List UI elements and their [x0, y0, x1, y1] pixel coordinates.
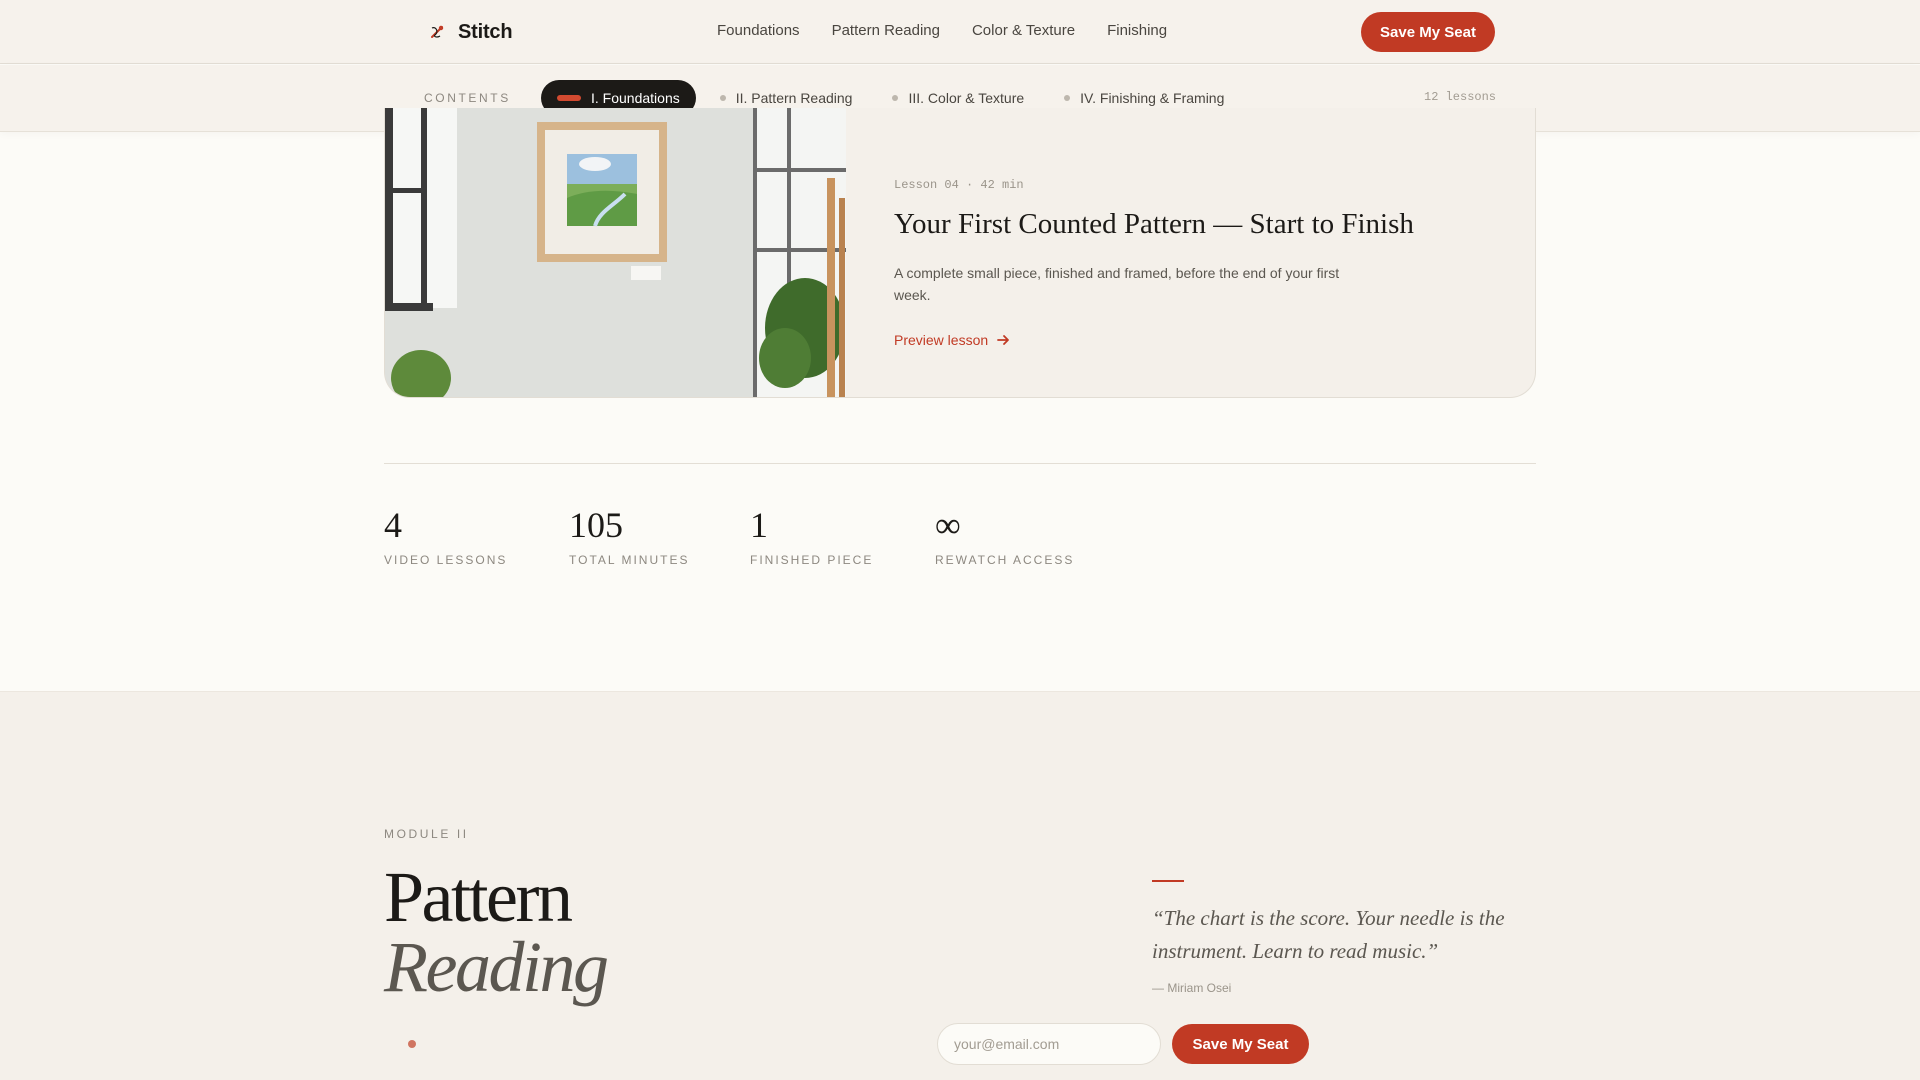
stat-label: VIDEO LESSONS — [384, 553, 508, 567]
lesson-image — [385, 108, 846, 397]
save-seat-button[interactable]: Save My Seat — [1361, 12, 1495, 52]
tab-label: III. Color & Texture — [908, 90, 1025, 106]
stat-finished-piece: 1 FINISHED PIECE — [750, 505, 873, 567]
main-nav: Foundations Pattern Reading Color & Text… — [717, 22, 1167, 39]
save-seat-button-module[interactable]: Save My Seat — [1172, 1024, 1309, 1064]
quote-author: — Miriam Osei — [1152, 981, 1232, 995]
bullet-icon — [892, 95, 899, 101]
stat-label: TOTAL MINUTES — [569, 553, 690, 567]
bullet-icon — [719, 95, 726, 101]
stat-total-minutes: 105 TOTAL MINUTES — [569, 505, 689, 567]
module-title-line2: Reading — [384, 927, 609, 1007]
stat-value: 105 — [569, 505, 623, 545]
active-indicator-icon — [557, 95, 581, 101]
module-section: MODULE II Pattern Reading “The chart is … — [0, 691, 1920, 1080]
section-divider — [384, 463, 1536, 464]
nav-link-pattern-reading[interactable]: Pattern Reading — [832, 22, 940, 39]
lesson-description: A complete small piece, finished and fra… — [894, 265, 1340, 303]
stat-value: ∞ — [935, 505, 961, 545]
needle-thread-icon — [431, 25, 444, 38]
stat-video-lessons: 4 VIDEO LESSONS — [384, 505, 507, 567]
stat-rewatch-access: ∞ REWATCH ACCESS — [935, 505, 1074, 567]
arrow-right-icon — [997, 335, 1010, 345]
tab-label: II. Pattern Reading — [735, 90, 853, 106]
stat-value: 1 — [750, 505, 768, 545]
lesson-meta: Lesson 04 · 42 min — [894, 178, 1024, 192]
bullet-icon — [1064, 95, 1071, 101]
module-title-line1: Pattern — [384, 857, 573, 937]
stat-value: 4 — [384, 505, 402, 545]
module-eyebrow: MODULE II — [384, 827, 469, 841]
stat-label: FINISHED PIECE — [750, 553, 874, 567]
module-title: Pattern Reading — [384, 861, 609, 1007]
contents-label: CONTENTS — [424, 91, 511, 105]
nav-link-foundations[interactable]: Foundations — [717, 22, 800, 39]
lesson-card: Lesson 04 · 42 min Your First Counted Pa… — [384, 108, 1536, 398]
nav-link-color-texture[interactable]: Color & Texture — [972, 22, 1075, 39]
stat-label: REWATCH ACCESS — [935, 553, 1075, 567]
tab-label: I. Foundations — [591, 90, 680, 106]
top-navigation: Stitch Foundations Pattern Reading Color… — [0, 0, 1920, 64]
email-field[interactable] — [937, 1023, 1161, 1065]
preview-lesson-label: Preview lesson — [894, 332, 989, 348]
tab-label: IV. Finishing & Framing — [1080, 90, 1225, 106]
brand-logo[interactable]: Stitch — [428, 20, 513, 44]
lesson-title: Your First Counted Pattern — Start to Fi… — [894, 208, 1414, 240]
quote-accent-rule — [1152, 880, 1184, 882]
nav-link-finishing[interactable]: Finishing — [1107, 22, 1167, 39]
lessons-count: 12 lessons — [1424, 90, 1497, 104]
brand-name: Stitch — [458, 20, 513, 43]
preview-lesson-link[interactable]: Preview lesson — [894, 332, 1010, 348]
module-quote: “The chart is the score. Your needle is … — [1152, 906, 1505, 963]
decorative-dot-icon — [408, 1040, 416, 1048]
